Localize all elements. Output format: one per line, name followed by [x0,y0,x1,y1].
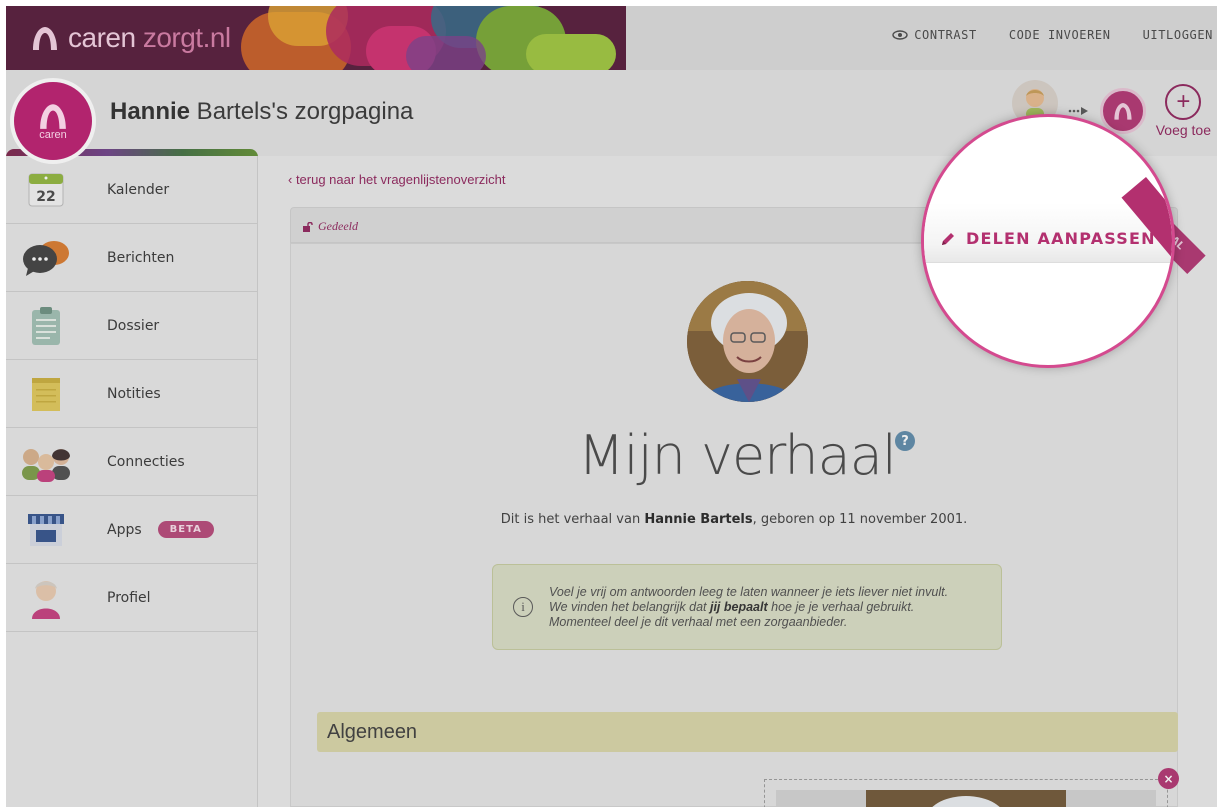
sidebar-item-apps[interactable]: Apps BETA [6,496,258,564]
pencil-icon [942,232,954,245]
enter-code-button[interactable]: CODE INVOEREN [1009,28,1111,42]
edit-sharing-label: DELEN AANPASSEN [966,229,1156,248]
back-to-questionnaires-link[interactable]: ‹ terug naar het vragenlijstenoverzicht [288,172,506,187]
sidebar: 22 Kalender Berichten Dossier Notities C… [6,156,258,807]
intro-prefix: Dit is het verhaal van [500,512,645,527]
caren-logo-icon [33,27,57,50]
sidebar-item-dossier[interactable]: Dossier [6,292,258,360]
contrast-button[interactable]: CONTRAST [892,28,977,42]
enter-code-label: CODE INVOEREN [1008,28,1111,42]
clipboard-icon [16,305,76,347]
page-title: Hannie Bartels's zorgpagina [110,98,413,126]
remove-photo-button[interactable]: × [1158,768,1179,789]
profile-avatar[interactable]: caren [10,78,96,164]
sidebar-item-label: Kalender [107,181,170,198]
sidebar-item-label: Apps [107,521,142,538]
sidebar-item-label: Connecties [107,453,185,470]
sidebar-item-notities[interactable]: Notities [6,360,258,428]
people-icon [16,442,76,482]
help-icon[interactable]: ? [895,431,915,451]
logout-button[interactable]: UITLOGGEN [1143,28,1213,42]
logout-label: UITLOGGEN [1142,28,1213,42]
calendar-icon: 22 [16,170,76,210]
sidebar-item-label: Dossier [107,317,160,334]
magnifier-highlight: DELEN AANPASSEN [921,114,1175,368]
contrast-label: CONTRAST [914,28,977,42]
eye-icon [892,30,908,40]
shared-label: Gedeeld [318,219,358,233]
logo-text: caren zorgt.nl [68,22,231,53]
info-text-bold: jij bepaalt [709,599,768,614]
page-title-rest: Bartels's zorgpagina [190,98,414,125]
sidebar-item-berichten[interactable]: Berichten [6,224,258,292]
page-title-first-name: Hannie [110,98,191,125]
store-icon [16,510,76,550]
caren-connection-avatar[interactable] [1099,88,1146,134]
edit-sharing-button[interactable]: DELEN AANPASSEN [940,229,1156,248]
story-title: Mijn verhaal [578,424,897,487]
section-title: Algemeen [327,720,418,743]
intro-name: Hannie Bartels [644,512,753,527]
story-portrait [687,281,808,402]
upload-preview-photo [866,790,1066,807]
sidebar-item-label: Berichten [107,249,175,266]
plus-icon: + [1165,84,1202,120]
info-box: i Voel je vrij om antwoorden leeg te lat… [492,564,1002,650]
sidebar-item-connecties[interactable]: Connecties [6,428,258,496]
caren-logo[interactable]: caren zorgt.nl [30,22,231,54]
sidebar-item-profiel[interactable]: Profiel [6,564,258,632]
beta-badge: BETA [157,521,214,538]
calendar-date: 22 [36,189,55,205]
add-label: Voeg toe [1155,122,1211,138]
sidebar-item-label: Profiel [107,589,151,606]
avatar-label: caren [39,129,67,141]
info-icon: i [513,597,533,617]
notepad-icon [16,374,76,414]
elderly-woman-photo [687,281,808,402]
top-navigation: CONTRAST CODE INVOEREN UITLOGGEN [892,28,1213,42]
unlock-icon [303,221,313,232]
section-header-algemeen: Algemeen [317,712,1178,752]
shared-status-link[interactable]: Gedeeld [302,219,358,234]
caren-small-icon [1114,103,1132,120]
chat-icon [16,238,76,278]
top-bar: caren zorgt.nl CONTRAST CODE INVOEREN UI… [6,6,1217,70]
info-text: Voel je vrij om antwoorden leeg te laten… [549,585,949,630]
sidebar-item-label: Notities [107,385,161,402]
sidebar-item-kalender[interactable]: 22 Kalender [6,156,258,224]
brand-banner: caren zorgt.nl [6,6,626,70]
story-intro: Dit is het verhaal van Hannie Bartels, g… [290,512,1178,527]
intro-suffix: , geboren op 11 november 2001. [752,512,968,527]
caren-avatar-icon [40,104,66,129]
profile-icon [16,577,76,619]
app-window: caren zorgt.nl CONTRAST CODE INVOEREN UI… [6,6,1217,807]
add-connection-button[interactable]: + Voeg toe [1156,84,1211,138]
